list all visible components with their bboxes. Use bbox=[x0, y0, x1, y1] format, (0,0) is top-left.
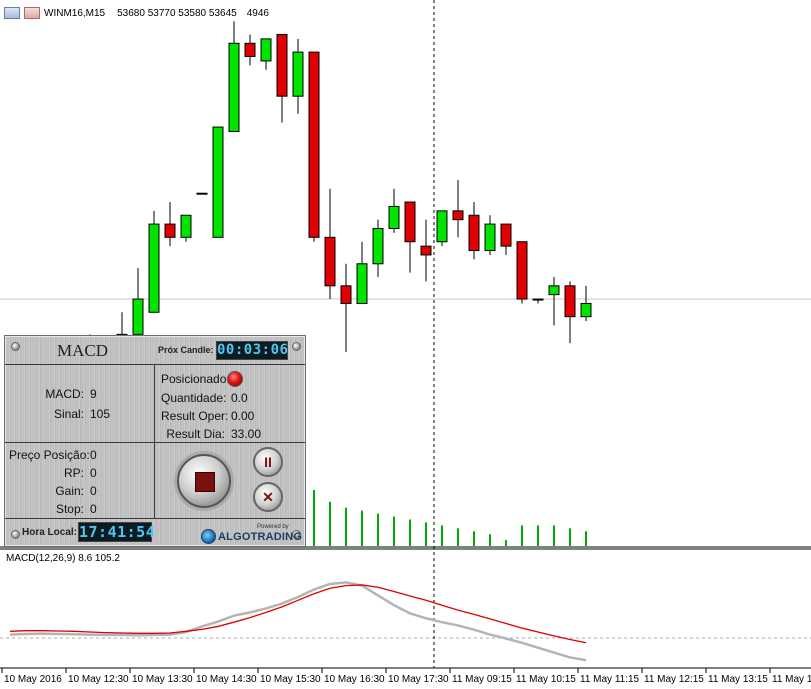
divider bbox=[5, 442, 305, 443]
candle-body bbox=[388, 205, 400, 229]
ohlc-label: 53680 53770 53580 53645 bbox=[117, 7, 237, 19]
candle-body bbox=[532, 298, 544, 301]
screw-icon bbox=[292, 342, 301, 351]
position-status-led bbox=[227, 371, 243, 387]
candle-body bbox=[436, 210, 448, 243]
candle-body bbox=[420, 245, 432, 256]
result-dia-label: Result Dia: bbox=[166, 427, 225, 441]
close-position-button[interactable]: ✕ bbox=[253, 482, 283, 512]
candle-body bbox=[564, 285, 576, 318]
prox-candle-label: Próx Candle: bbox=[158, 345, 214, 355]
time-tick-label: 11 May 1 bbox=[772, 674, 811, 685]
candle-timer: 00:03:06 bbox=[216, 341, 289, 360]
macd-value: 9 bbox=[90, 387, 97, 401]
divider bbox=[154, 364, 155, 518]
candle-body bbox=[404, 201, 416, 243]
time-tick-label: 11 May 13:15 bbox=[708, 674, 768, 685]
candle-body bbox=[548, 285, 560, 296]
candle-body bbox=[500, 223, 512, 247]
brand-label: ALGOTRADING bbox=[218, 530, 303, 543]
sinal-label: Sinal: bbox=[53, 407, 84, 421]
time-tick-label: 10 May 17:30 bbox=[388, 674, 449, 685]
pause-button[interactable]: II bbox=[253, 447, 283, 477]
candle-body bbox=[452, 210, 464, 221]
volume-label: 4946 bbox=[246, 7, 269, 19]
symbol-label: WINM16,M15 bbox=[44, 7, 106, 19]
time-tick-label: 11 May 09:15 bbox=[452, 674, 512, 685]
candle-body bbox=[276, 33, 288, 97]
time-tick-label: 11 May 12:15 bbox=[644, 674, 704, 685]
chart-window-icon bbox=[4, 7, 20, 19]
trade-icon bbox=[24, 7, 40, 19]
chart-header: WINM16,M15 53680 53770 53580 53645 4946 bbox=[4, 5, 269, 21]
divider bbox=[5, 364, 305, 365]
rp-value: 0 bbox=[90, 466, 97, 480]
time-tick-label: 10 May 16:30 bbox=[324, 674, 385, 685]
time-tick-label: 10 May 2016 bbox=[4, 674, 62, 685]
candle-body bbox=[324, 236, 336, 287]
preco-posicao-value: 0 bbox=[90, 448, 97, 462]
panel-title: MACD bbox=[57, 341, 109, 360]
candle-body bbox=[244, 42, 256, 58]
candle-body bbox=[212, 126, 224, 238]
stop-value: 0 bbox=[90, 502, 97, 516]
local-clock: 17:41:54 bbox=[78, 522, 156, 542]
stop-icon bbox=[195, 472, 215, 492]
hora-local-label: Hora Local: bbox=[22, 527, 78, 538]
algotrading-logo: ALGOTRADING bbox=[201, 529, 302, 544]
quantidade-value: 0.0 bbox=[231, 391, 248, 405]
time-tick-label: 10 May 13:30 bbox=[132, 674, 193, 685]
macd-indicator-label: MACD(12,26,9) 8.6 105.2 bbox=[6, 553, 120, 564]
ea-panel: MACD Próx Candle: 00:03:06 MACD: 9 Sinal:… bbox=[4, 335, 306, 547]
screw-icon bbox=[11, 342, 20, 351]
candle-body bbox=[468, 214, 480, 252]
candle-body bbox=[580, 302, 592, 318]
result-dia-value: 33.00 bbox=[231, 427, 262, 441]
stop-label: Stop: bbox=[55, 502, 84, 516]
rp-label: RP: bbox=[63, 466, 84, 480]
sinal-value: 105 bbox=[90, 407, 111, 421]
candle-body bbox=[356, 263, 368, 304]
gain-label: Gain: bbox=[55, 484, 84, 498]
candle-body bbox=[292, 51, 304, 97]
gain-value: 0 bbox=[90, 484, 97, 498]
result-oper-label: Result Oper: bbox=[161, 409, 229, 423]
candle-body bbox=[308, 51, 320, 238]
candle-body bbox=[260, 38, 272, 62]
candle-body bbox=[372, 227, 384, 265]
posicionado-label: Posicionado: bbox=[161, 372, 230, 386]
result-oper-value: 0.00 bbox=[231, 409, 255, 423]
candle-body bbox=[516, 241, 528, 300]
algotrading-logo-icon bbox=[201, 529, 216, 544]
candle-body bbox=[132, 298, 144, 335]
screw-icon bbox=[11, 530, 20, 539]
time-tick-label: 10 May 12:30 bbox=[68, 674, 129, 685]
macd-label: MACD: bbox=[45, 387, 84, 401]
candle-body bbox=[180, 214, 192, 238]
quantidade-label: Quantidade: bbox=[161, 391, 227, 405]
time-tick-label: 10 May 15:30 bbox=[260, 674, 321, 685]
time-tick-label: 10 May 14:30 bbox=[196, 674, 257, 685]
time-tick-label: 11 May 11:15 bbox=[580, 674, 640, 685]
time-tick-label: 11 May 10:15 bbox=[516, 674, 576, 685]
candle-body bbox=[148, 223, 160, 313]
candle-body bbox=[484, 223, 496, 252]
candle-body bbox=[340, 285, 352, 304]
candle-body bbox=[196, 192, 208, 195]
divider bbox=[5, 518, 305, 519]
preco-posicao-label: Preço Posição: bbox=[9, 448, 90, 462]
stop-button[interactable] bbox=[177, 454, 231, 508]
candle-body bbox=[164, 223, 176, 238]
candle-body bbox=[228, 42, 240, 132]
